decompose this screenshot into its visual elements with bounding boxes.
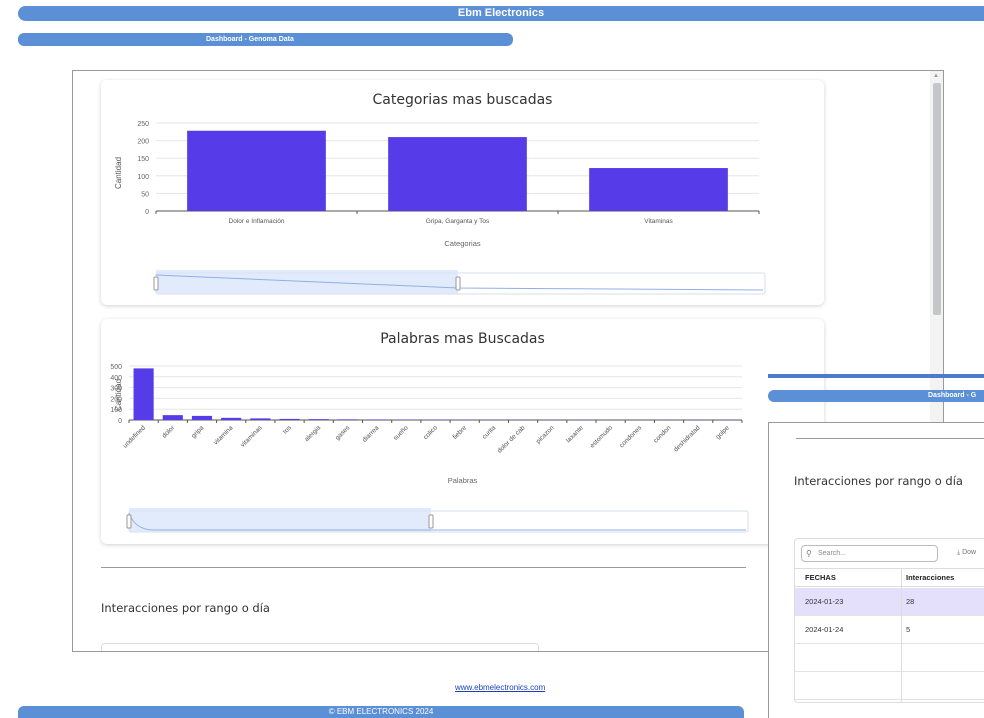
scroll-up-icon[interactable]: ▲ (933, 73, 939, 79)
x-tick-label: condones (618, 424, 643, 449)
footer-banner: © EBM ELECTRONICS 2024 (18, 706, 744, 718)
bar (221, 417, 242, 420)
cell-interacciones: 28 (906, 597, 915, 606)
x-tick-label: diarrea (361, 424, 381, 444)
x-tick-label: dolor de cab (496, 424, 527, 455)
y-tick-label: 200 (110, 396, 122, 403)
bar (308, 419, 329, 420)
y-tick-label: 150 (137, 156, 149, 163)
interactions-grid: ⚲ Search... ⤓ Dow FECHAS Interacciones 2… (794, 538, 984, 703)
x-tick-label: undefined (122, 424, 147, 449)
x-tick-label: estomudo (589, 424, 614, 449)
website-link[interactable]: www.ebmelectronics.com (455, 683, 545, 692)
app-title: Ebm Electronics (457, 7, 545, 19)
cell-fecha: 2024-01-23 (805, 597, 844, 606)
column-header-interacciones[interactable]: Interacciones (906, 573, 954, 582)
navigator-selection (129, 508, 431, 532)
scrollbar-thumb[interactable] (933, 83, 941, 315)
top-banner: Ebm Electronics (18, 6, 984, 21)
dashboard-banner: Dashboard - Genoma Data (18, 33, 513, 46)
bar-chart-palabras: 0 100 200 300 400 500 undefined dolor gripa vitam… (110, 364, 749, 533)
y-tick-label: 400 (110, 375, 122, 382)
x-tick-label: vitaminas (239, 424, 264, 449)
x-tick-label: vitamina (213, 424, 235, 446)
window-edge (768, 374, 984, 378)
bar (337, 419, 358, 420)
x-tick-label: sueño (392, 424, 410, 442)
search-input[interactable]: ⚲ Search... (801, 545, 938, 562)
bar (589, 168, 728, 211)
x-tick-label: Dolor e Inflamación (229, 218, 285, 225)
x-tick-label: Gripa, Garganta y Tos (426, 218, 490, 225)
copyright-text: © EBM ELECTRONICS 2024 (328, 707, 434, 716)
bar (388, 137, 527, 211)
x-tick-label: Vitaminas (644, 218, 673, 225)
chart-card-categorias: Categorias mas buscadas Cantidad Categor… (101, 80, 824, 305)
y-tick-label: 0 (118, 418, 122, 425)
navigator-handle-left (126, 514, 132, 529)
search-icon: ⚲ (806, 549, 812, 558)
bar (279, 418, 300, 420)
y-tick-label: 100 (110, 407, 122, 414)
x-tick-label: gases (334, 424, 352, 442)
bar (191, 415, 213, 420)
y-tick-label: 200 (137, 139, 149, 146)
navigator-handle-right (428, 514, 434, 529)
y-tick-label: 300 (110, 386, 122, 393)
x-tick-label: fiebre (452, 424, 469, 441)
cell-fecha: 2024-01-24 (805, 625, 844, 634)
interactions-frame: Interacciones por rango o día ⚲ Search..… (768, 422, 984, 718)
y-tick-label: 0 (145, 209, 149, 216)
chart-card-palabras: Palabras mas Buscadas Cantidad Palabras … (101, 319, 824, 544)
bar (187, 130, 326, 211)
bar (367, 419, 388, 420)
section-divider (796, 438, 984, 439)
download-icon: ⤓ (957, 549, 961, 556)
download-button[interactable]: ⤓ Dow (957, 549, 976, 557)
x-tick-label: laxante (565, 424, 585, 444)
bar (162, 415, 183, 420)
navigator-handle-right (455, 276, 461, 291)
x-tick-label: golpe (715, 424, 731, 440)
bar (133, 368, 154, 420)
x-tick-label: gripa (190, 424, 205, 439)
dashboard-banner-2: Dashboard - G (768, 390, 984, 402)
column-divider (901, 568, 902, 702)
table-row-empty (795, 672, 984, 700)
table-row-empty (795, 644, 984, 672)
x-tick-label: tos (282, 424, 294, 436)
dashboard-title: Dashboard - Genoma Data (206, 36, 294, 43)
section-title: Interacciones por rango o día (101, 601, 270, 615)
x-tick-label: picazon (535, 424, 556, 445)
y-tick-label: 500 (110, 364, 122, 371)
x-tick-label: colico (422, 424, 439, 441)
y-tick-label: 50 (141, 191, 149, 198)
column-header-fechas[interactable]: FECHAS (805, 573, 836, 582)
x-tick-label: dolor (161, 424, 177, 440)
table-row[interactable]: 2024-01-23 28 (795, 588, 984, 616)
x-tick-label: curita (481, 424, 497, 440)
table-row[interactable]: 2024-01-24 5 (795, 616, 984, 644)
table-header: FECHAS Interacciones (795, 568, 984, 587)
interactions-table-partial (101, 643, 539, 651)
section-divider (101, 567, 746, 568)
y-tick-label: 250 (137, 121, 149, 128)
x-tick-label: condon (652, 424, 672, 444)
x-tick-label: alergia (303, 424, 322, 443)
dashboard-title-2: Dashboard - G (928, 392, 977, 399)
download-label: Dow (962, 549, 977, 556)
y-tick-label: 100 (137, 174, 149, 181)
navigator-handle-left (153, 276, 159, 291)
section-title: Interacciones por rango o día (794, 474, 963, 488)
search-placeholder: Search... (818, 550, 847, 557)
x-tick-label: deshidratad (673, 424, 702, 453)
bar-chart-categorias: 0 50 100 150 200 250 Dolor e Inflamación Gripa,… (137, 121, 766, 295)
bar (250, 418, 271, 420)
cell-interacciones: 5 (906, 625, 911, 634)
